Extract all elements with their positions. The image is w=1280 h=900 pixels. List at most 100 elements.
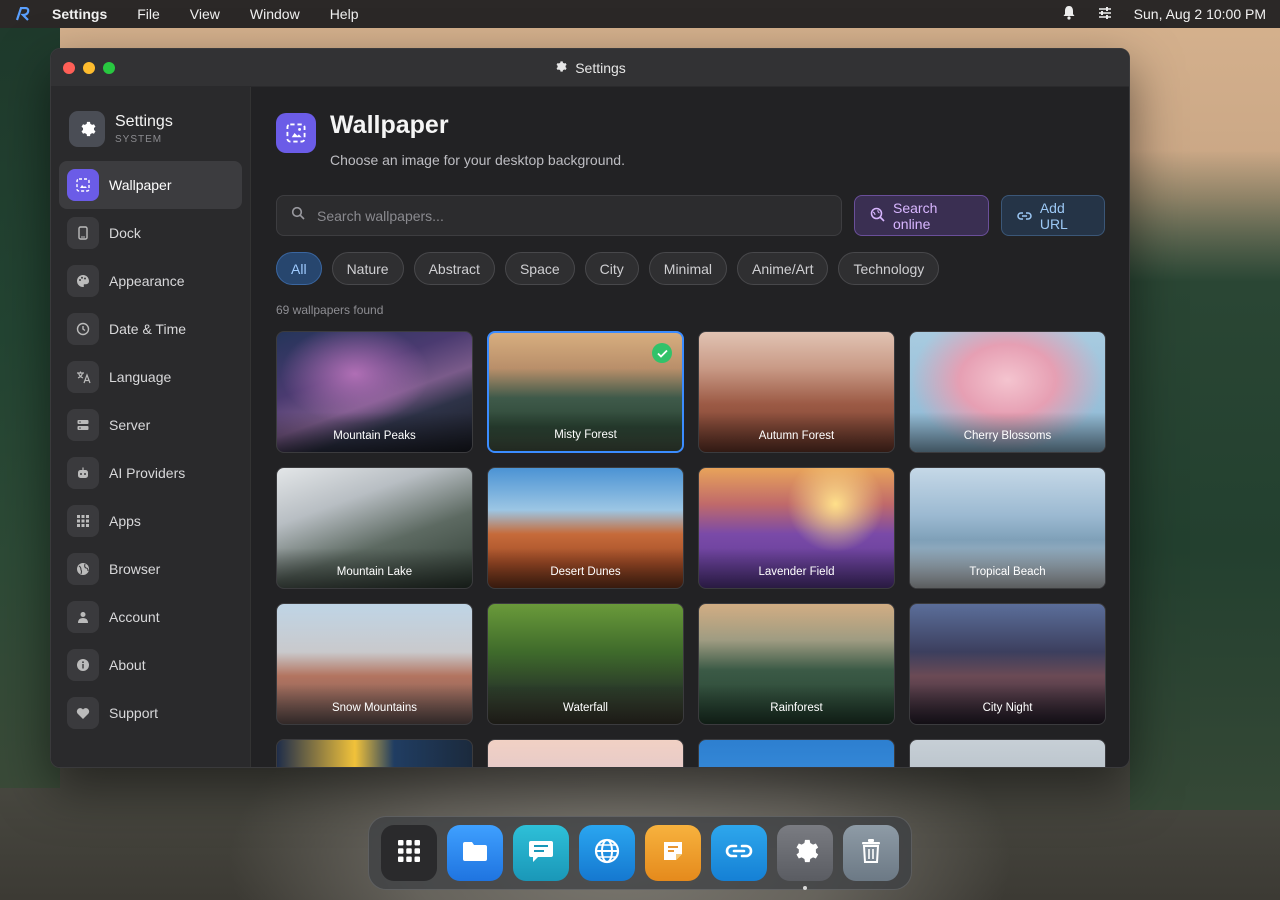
add-url-button[interactable]: Add URL [1000, 195, 1105, 236]
category-chip-abstract[interactable]: Abstract [413, 252, 495, 285]
wallpaper-card[interactable]: Lavender Field [698, 467, 895, 589]
page-title: Wallpaper [330, 111, 449, 139]
wallpaper-card[interactable]: Waterfall [487, 603, 684, 725]
sidebar-item-date-time[interactable]: Date & Time [59, 305, 242, 353]
menu-file[interactable]: File [137, 6, 160, 22]
dock-icon [67, 217, 99, 249]
category-chip-space[interactable]: Space [504, 252, 575, 285]
sidebar-item-apps[interactable]: Apps [59, 497, 242, 545]
wallpaper-card[interactable] [909, 739, 1106, 767]
person-icon [67, 601, 99, 633]
sidebar-item-ai-providers[interactable]: AI Providers [59, 449, 242, 497]
wallpaper-card[interactable]: Snow Mountains [276, 603, 473, 725]
category-chip-technology[interactable]: Technology [838, 252, 940, 285]
close-window-button[interactable] [63, 61, 75, 74]
wallpaper-label: Mountain Lake [277, 548, 472, 588]
sidebar-item-server[interactable]: Server [59, 401, 242, 449]
sidebar-item-browser[interactable]: Browser [59, 545, 242, 593]
wallpaper-card[interactable]: Cherry Blossoms [909, 331, 1106, 453]
category-chip-minimal[interactable]: Minimal [648, 252, 728, 285]
window-title: Settings [575, 59, 626, 76]
clock-icon [67, 313, 99, 345]
wallpaper-card[interactable]: City Night [909, 603, 1106, 725]
sidebar: Settings SYSTEM Wallpaper Dock Appearanc… [51, 87, 251, 767]
category-chip-nature[interactable]: Nature [331, 252, 404, 285]
sidebar-item-support[interactable]: Support [59, 689, 242, 737]
sidebar-item-label: Date & Time [109, 321, 187, 337]
sidebar-item-label: Server [109, 417, 151, 433]
category-chip-city[interactable]: City [584, 252, 639, 285]
menu-bar: Settings File View Window Help Sun, Aug … [0, 0, 1280, 28]
launchpad-icon [398, 839, 420, 867]
menu-view[interactable]: View [190, 6, 220, 22]
search-online-button[interactable]: Search online [854, 195, 989, 236]
info-icon [67, 649, 99, 681]
dock-messages[interactable] [513, 825, 569, 881]
sidebar-item-label: AI Providers [109, 465, 186, 481]
sidebar-item-label: Dock [109, 225, 141, 241]
app-logo-icon[interactable] [14, 5, 32, 23]
bell-icon[interactable] [1062, 5, 1076, 23]
wallpaper-label: Snow Mountains [277, 684, 472, 724]
sidebar-item-dock[interactable]: Dock [59, 209, 242, 257]
menu-window[interactable]: Window [250, 6, 300, 22]
dock-launchpad[interactable] [381, 825, 437, 881]
wallpaper-label: Desert Dunes [488, 548, 683, 588]
folder-icon [461, 840, 489, 867]
menubar-clock[interactable]: Sun, Aug 2 10:00 PM [1134, 6, 1266, 22]
wallpaper-card[interactable]: Desert Dunes [487, 467, 684, 589]
menu-help[interactable]: Help [330, 6, 359, 22]
wallpaper-card[interactable] [487, 739, 684, 767]
wallpaper-card[interactable] [276, 739, 473, 767]
sidebar-subtitle: SYSTEM [115, 134, 163, 145]
dock-links[interactable] [711, 825, 767, 881]
sidebar-item-appearance[interactable]: Appearance [59, 257, 242, 305]
dock-trash[interactable] [843, 825, 899, 881]
wallpaper-card[interactable]: Autumn Forest [698, 331, 895, 453]
search-field[interactable] [276, 195, 842, 236]
translate-icon [67, 361, 99, 393]
search-input[interactable] [317, 207, 827, 224]
sidebar-item-language[interactable]: Language [59, 353, 242, 401]
notes-icon [661, 839, 685, 868]
control-center-icon[interactable] [1098, 6, 1112, 23]
wallpaper-icon [276, 113, 316, 153]
wallpaper-card[interactable]: Mountain Peaks [276, 331, 473, 453]
chat-icon [527, 838, 555, 869]
settings-gear-icon [69, 111, 105, 147]
wallpaper-card[interactable]: Rainforest [698, 603, 895, 725]
wallpaper-card[interactable]: Tropical Beach [909, 467, 1106, 589]
browser-globe-icon [593, 837, 621, 870]
wallpaper-label: Tropical Beach [910, 548, 1105, 588]
server-icon [67, 409, 99, 441]
settings-window: Settings Settings SYSTEM Wallpaper Dock [50, 48, 1130, 768]
palette-icon [67, 265, 99, 297]
globe-icon [67, 553, 99, 585]
sidebar-item-wallpaper[interactable]: Wallpaper [59, 161, 242, 209]
wallpaper-card-selected[interactable]: Misty Forest [487, 331, 684, 453]
menu-app-name[interactable]: Settings [52, 6, 107, 22]
page-subtitle: Choose an image for your desktop backgro… [330, 152, 625, 168]
sidebar-item-about[interactable]: About [59, 641, 242, 689]
running-indicator [803, 886, 807, 890]
dock-browser[interactable] [579, 825, 635, 881]
wallpaper-card[interactable]: Mountain Lake [276, 467, 473, 589]
minimize-window-button[interactable] [83, 61, 95, 74]
web-search-icon [870, 207, 885, 225]
category-chip-anime-art[interactable]: Anime/Art [737, 252, 829, 285]
robot-icon [67, 457, 99, 489]
heart-icon [67, 697, 99, 729]
zoom-window-button[interactable] [103, 61, 115, 74]
dock-files[interactable] [447, 825, 503, 881]
sidebar-item-label: Appearance [109, 273, 185, 289]
window-titlebar[interactable]: Settings [51, 49, 1129, 87]
wallpaper-label: Autumn Forest [699, 412, 894, 452]
category-chip-all[interactable]: All [276, 252, 322, 285]
sidebar-item-label: Browser [109, 561, 161, 577]
dock-notes[interactable] [645, 825, 701, 881]
dock-settings[interactable] [777, 825, 833, 890]
wallpaper-label: Misty Forest [489, 411, 682, 451]
wallpaper-card[interactable] [698, 739, 895, 767]
sidebar-item-account[interactable]: Account [59, 593, 242, 641]
wallpaper-icon [67, 169, 99, 201]
